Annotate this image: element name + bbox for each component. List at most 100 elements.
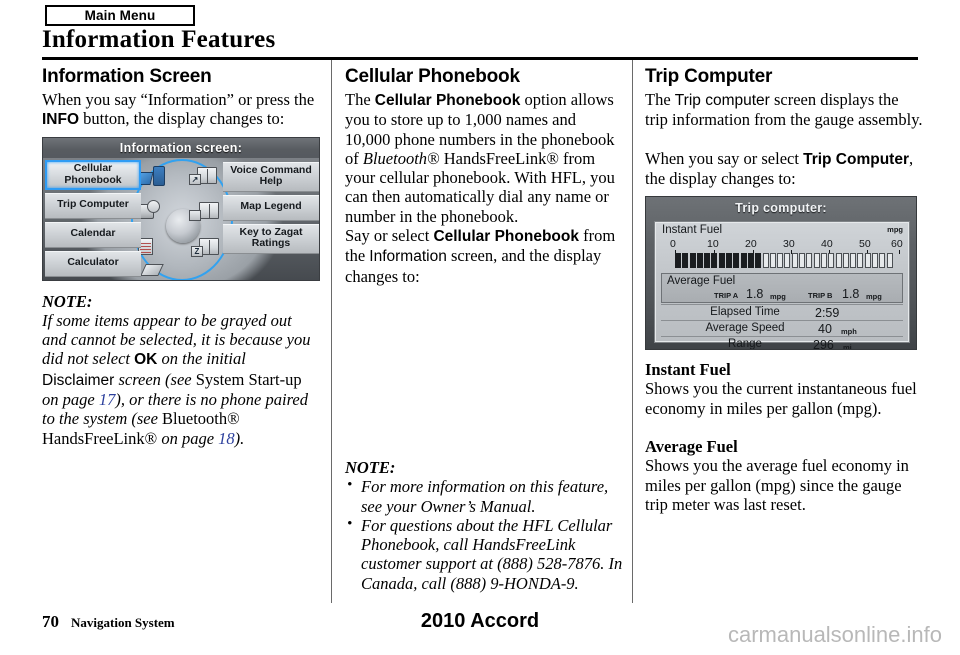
trip-b-unit: mpg [866,292,882,302]
trip-a-label: TRIP A [714,291,739,301]
note-ok-button-name: OK [134,351,158,369]
row-separator [661,336,903,338]
main-menu-tab[interactable]: Main Menu [45,5,195,26]
tc2-option-name: Trip Computer [803,150,909,168]
note-text-6: on page [157,428,219,448]
menu-item-key-to-zagat-ratings[interactable]: Key to Zagat Ratings [223,223,319,254]
information-screen-image-body: ↗ Z Cellular Phonebook Trip Computer Cal… [43,157,319,280]
map-legend-book-icon [199,201,219,219]
fuel-bar-segment [886,253,893,269]
cell-phone-icon [153,165,165,186]
note-bullet-item: For more information on this feature, se… [345,476,623,516]
fuel-bar-segment [696,253,703,269]
paragraph-information-intro: When you say “Information” or press the … [42,90,320,130]
trip-computer-image: Trip computer: Instant Fuel mpg 0 10 20 … [645,196,917,351]
column-information-screen: Information Screen When you say “Informa… [42,66,320,448]
elapsed-time-label: Elapsed Time [710,306,780,319]
menu-item-cellular-phonebook-label: Cellular Phonebook [64,162,122,186]
trip-computer-image-title: Trip computer: [735,201,827,216]
menu-item-voice-command-help[interactable]: Voice Command Help [223,161,319,192]
fuel-bar-segment [769,253,776,269]
note-text-4: on page [42,390,99,410]
trip-a-value: 1.8 [746,287,764,302]
note-bullet-list: For more information on this feature, se… [345,476,623,593]
note-text-2: on the initial [157,349,246,369]
paragraph-cellular-phonebook-2: Say or select Cellular Phonebook from th… [345,226,623,286]
fuel-bar-segment [879,253,886,269]
zagat-z-icon: Z [191,245,203,257]
subheading-instant-fuel: Instant Fuel [645,360,731,380]
heading-information-screen: Information Screen [42,66,212,87]
instant-fuel-bar-gauge [675,253,903,269]
menu-column-left: Cellular Phonebook Trip Computer Calenda… [45,159,141,280]
fuel-bar-segment [857,253,864,269]
cp-option-name: Cellular Phonebook [374,92,521,109]
fuel-bar-segment [872,253,879,269]
page-reference-17[interactable]: 17 [99,390,116,409]
fuel-bar-segment [799,253,806,269]
tc-screen-name: Trip computer [674,92,770,109]
column-divider-2 [632,60,633,603]
fuel-bar-segment [726,253,733,269]
fuel-bar-segment [747,253,754,269]
fuel-bar-segment [842,253,849,269]
trip-b-value: 1.8 [842,287,860,302]
menu-item-calculator-label: Calculator [67,256,119,269]
menu-item-map-legend-label: Map Legend [240,200,302,213]
fuel-bar-segment [828,253,835,269]
range-label: Range [728,338,762,351]
average-speed-value: 40 [818,322,832,337]
fuel-bar-segment [791,253,798,269]
fuel-bar-segment [777,253,784,269]
fuel-bar-segment [813,253,820,269]
fuel-bar-segment [806,253,813,269]
row-separator [661,320,903,322]
fuel-bar-segment [675,253,681,269]
main-menu-tab-label: Main Menu [84,8,156,23]
heading-trip-computer: Trip Computer [645,66,773,87]
note-system-startup-ref: System Start-up [195,369,302,389]
paragraph-trip-computer-1: The Trip computer screen displays the tr… [645,90,923,130]
fuel-bar-segment [718,253,725,269]
average-fuel-box: Average Fuel TRIP A 1.8 mpg TRIP B 1.8 m… [661,273,903,304]
menu-item-calendar-label: Calendar [70,227,116,240]
menu-item-calendar[interactable]: Calendar [45,221,141,248]
menu-column-right: Voice Command Help Map Legend Key to Zag… [223,160,319,280]
average-speed-unit: mph [841,327,857,337]
menu-item-calculator[interactable]: Calculator [45,250,141,277]
average-speed-label: Average Speed [705,322,785,335]
clock-icon [147,199,160,213]
instant-fuel-unit: mpg [887,225,903,235]
button-name-info: INFO [42,111,80,129]
text-info-a: When you say “Information” or press the [42,90,315,109]
menu-item-cellular-phonebook[interactable]: Cellular Phonebook [45,159,141,190]
range-unit: mi [843,343,852,351]
fuel-bar-segment [733,253,740,269]
note-disclaimer-screen-name: Disclaimer [42,371,115,389]
elapsed-time-value: 2:59 [815,306,840,321]
subheading-average-fuel: Average Fuel [645,437,738,457]
voice-arrow-icon: ↗ [189,173,201,185]
trip-computer-panel: Instant Fuel mpg 0 10 20 30 40 50 60 Ave… [654,221,910,349]
title-rule [42,57,918,60]
note-block-information-screen: NOTE: If some items appear to be grayed … [42,292,320,448]
fuel-bar-segment [850,253,857,269]
menu-item-key-to-zagat-ratings-label: Key to Zagat Ratings [239,225,303,250]
cp2-information-screen-name: Information [369,248,447,266]
menu-item-trip-computer-label: Trip Computer [57,198,129,211]
column-cellular-phonebook: Cellular Phonebook The Cellular Phoneboo… [345,66,623,593]
column-trip-computer: Trip Computer The Trip computer screen d… [645,66,923,514]
fuel-bar-segment [740,253,747,269]
trip-b-label: TRIP B [808,291,833,301]
page-title: Information Features [42,26,276,53]
menu-item-map-legend[interactable]: Map Legend [223,194,319,221]
paragraph-instant-fuel: Shows you the current instantaneous fuel… [645,379,917,418]
map-tile-icon [189,209,201,221]
page-reference-18[interactable]: 18 [218,429,235,448]
instant-fuel-axis: 0 10 20 30 40 50 60 [665,238,903,255]
column-divider-1 [331,60,332,603]
menu-item-trip-computer[interactable]: Trip Computer [45,192,141,219]
watermark: carmanualsonline.info [727,622,942,647]
